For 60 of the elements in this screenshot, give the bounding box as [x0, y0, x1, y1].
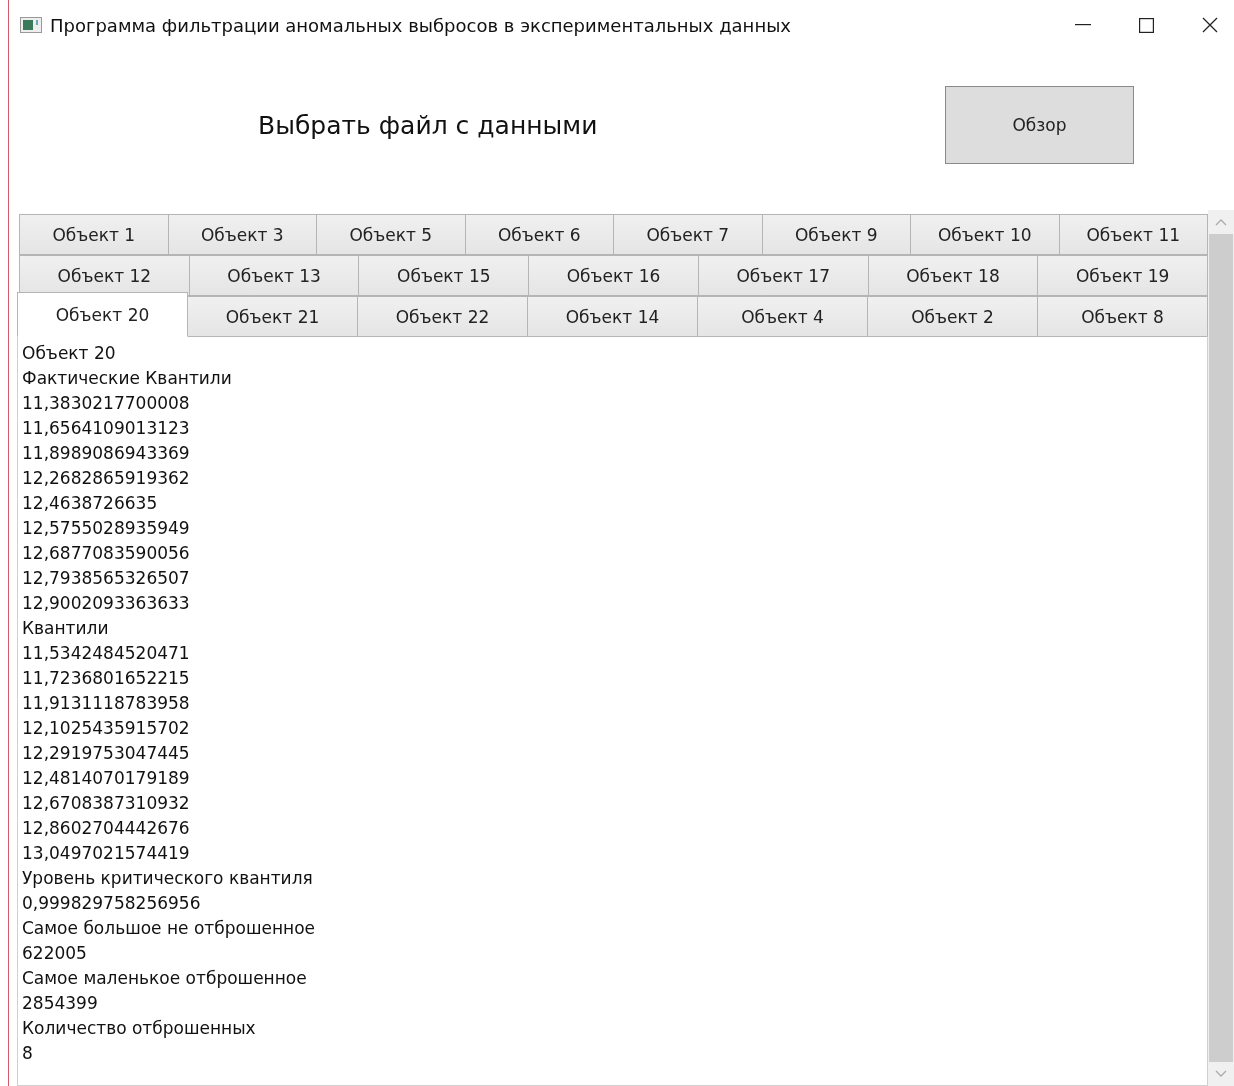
window-title: Программа фильтрации аномальных выбросов в экспериментальных данных — [50, 14, 793, 36]
output-line: 12,4814070179189 — [22, 767, 191, 790]
tab[interactable]: Объект 11 — [1058, 214, 1208, 255]
browse-button[interactable]: Обзор — [945, 86, 1134, 164]
output-line: 0,999829758256956 — [22, 892, 202, 915]
output-line: 12,7938565326507 — [22, 567, 191, 590]
tab[interactable]: Объект 18 — [867, 255, 1039, 296]
tab[interactable]: Объект 8 — [1037, 296, 1208, 337]
output-line: 12,4638726635 — [22, 492, 159, 515]
scroll-down-icon[interactable] — [1215, 1070, 1227, 1078]
output-line: 11,9131118783958 — [22, 692, 191, 715]
output-line: 11,6564109013123 — [22, 417, 191, 440]
output-line: Квантили — [22, 617, 110, 640]
tab[interactable]: Объект 1 — [19, 214, 169, 255]
output-line: 12,5755028935949 — [22, 517, 191, 540]
output-line: 12,6877083590056 — [22, 542, 191, 565]
tab[interactable]: Объект 6 — [464, 214, 614, 255]
tab[interactable]: Объект 19 — [1037, 255, 1209, 296]
tab[interactable]: Объект 2 — [867, 296, 1038, 337]
scroll-up-icon[interactable] — [1215, 218, 1227, 226]
tab[interactable]: Объект 21 — [187, 296, 358, 337]
tab[interactable]: Объект 17 — [697, 255, 869, 296]
output-line: 11,3830217700008 — [22, 392, 191, 415]
tab[interactable]: Объект 7 — [613, 214, 763, 255]
close-icon[interactable] — [1202, 17, 1218, 33]
minimize-icon[interactable] — [1075, 24, 1091, 26]
tab[interactable]: Объект 3 — [167, 214, 317, 255]
output-line: 11,7236801652215 — [22, 667, 191, 690]
output-line: Количество отброшенных — [22, 1017, 257, 1040]
output-line: Объект 20 — [22, 342, 117, 365]
tab[interactable]: Объект 22 — [357, 296, 528, 337]
output-line: 11,5342484520471 — [22, 642, 191, 665]
output-line: 11,8989086943369 — [22, 442, 191, 465]
output-line: 2854399 — [22, 992, 99, 1015]
tab[interactable]: Объект 9 — [761, 214, 911, 255]
output-line: Фактические Квантили — [22, 367, 233, 390]
app-icon — [20, 17, 42, 33]
output-line: Уровень критического квантиля — [22, 867, 314, 890]
file-label: Выбрать файл с данными — [258, 110, 599, 140]
output-line: 12,2682865919362 — [22, 467, 191, 490]
tab[interactable]: Объект 16 — [528, 255, 699, 296]
output-line: 622005 — [22, 942, 88, 965]
tab[interactable]: Объект 13 — [188, 255, 360, 296]
output-line: 12,2919753047445 — [22, 742, 191, 765]
output-line: 12,1025435915702 — [22, 717, 191, 740]
tab[interactable]: Объект 10 — [910, 214, 1060, 255]
output-line: 8 — [22, 1042, 34, 1065]
tab[interactable]: Объект 12 — [19, 255, 190, 296]
maximize-icon[interactable] — [1139, 17, 1154, 33]
output-line: 12,8602704442676 — [22, 817, 191, 840]
tab[interactable]: Объект 15 — [358, 255, 530, 296]
output-line: 12,9002093363633 — [22, 592, 191, 615]
output-line: Самое большое не отброшенное — [22, 917, 317, 940]
tab[interactable]: Объект 4 — [697, 296, 868, 337]
output-line: Самое маленькое отброшенное — [22, 967, 308, 990]
output-line: 13,0497021574419 — [22, 842, 191, 865]
output-line: 12,6708387310932 — [22, 792, 191, 815]
tab[interactable]: Объект 5 — [316, 214, 466, 255]
tab[interactable]: Объект 14 — [527, 296, 698, 337]
tab[interactable]: Объект 20 — [17, 292, 188, 337]
